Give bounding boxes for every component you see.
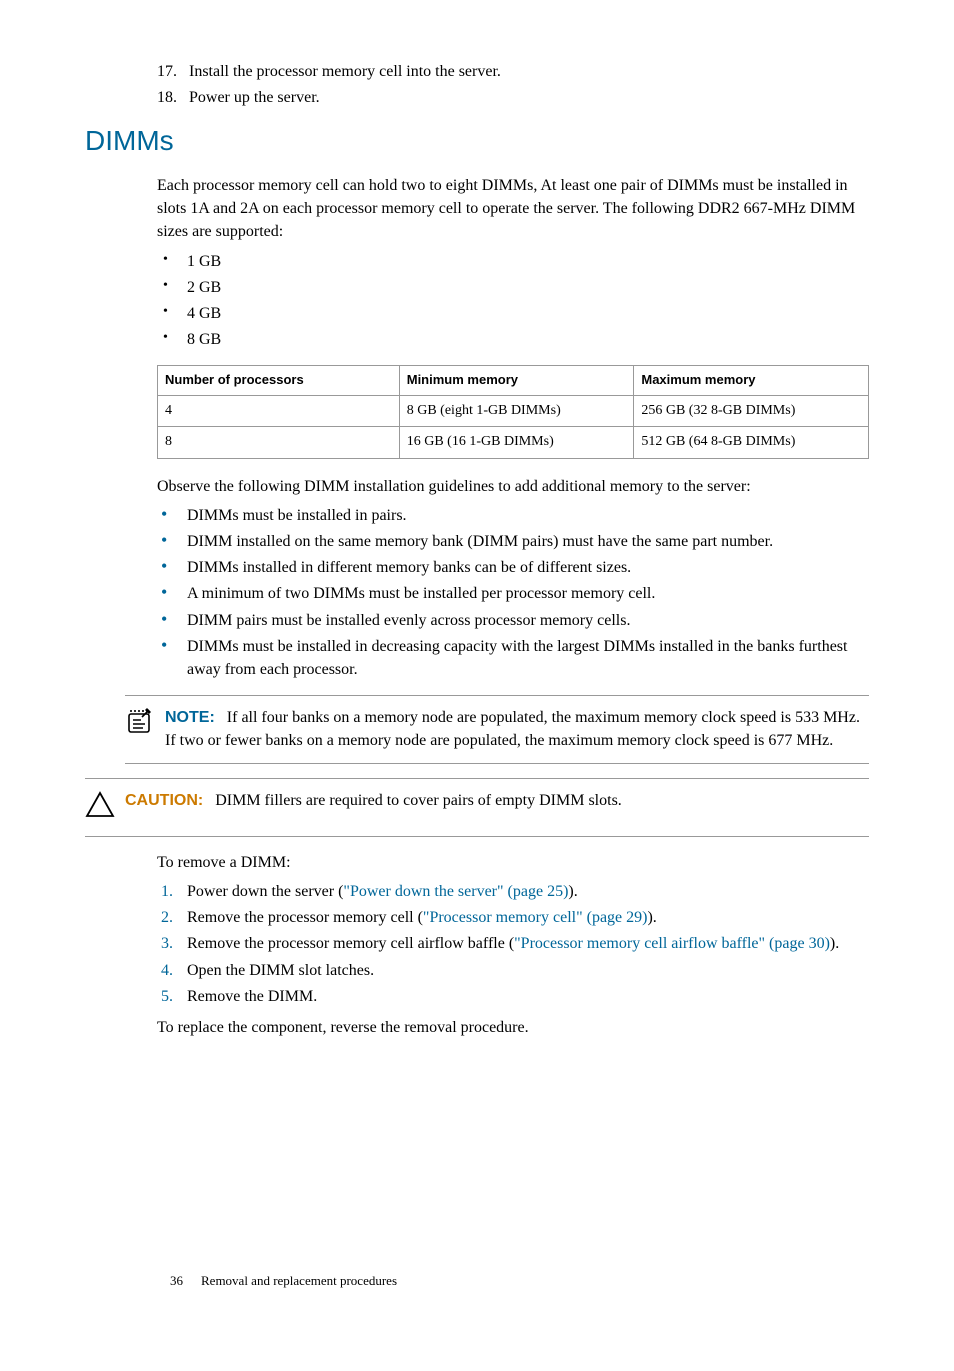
list-item: 1. Power down the server ("Power down th… bbox=[157, 880, 869, 903]
guidelines-intro: Observe the following DIMM installation … bbox=[157, 475, 869, 498]
table-cell: 256 GB (32 8-GB DIMMs) bbox=[634, 396, 869, 427]
table-header: Maximum memory bbox=[634, 366, 869, 396]
cross-reference-link[interactable]: "Power down the server" (page 25) bbox=[343, 883, 568, 900]
intro-steps-block: 17. Install the processor memory cell in… bbox=[157, 60, 869, 109]
step-text: Remove the processor memory cell ("Proce… bbox=[187, 906, 657, 929]
table-cell: 512 GB (64 8-GB DIMMs) bbox=[634, 427, 869, 458]
cross-reference-link[interactable]: "Processor memory cell airflow baffle" (… bbox=[514, 935, 830, 952]
intro-block: Each processor memory cell can hold two … bbox=[157, 174, 869, 681]
bullet-text: 4 GB bbox=[187, 302, 221, 325]
list-item: 3. Remove the processor memory cell airf… bbox=[157, 932, 869, 955]
note-text: If all four banks on a memory node are p… bbox=[165, 709, 860, 749]
step-number: 5. bbox=[157, 985, 187, 1008]
page-footer: 36 Removal and replacement procedures bbox=[170, 1272, 397, 1291]
table-cell: 4 bbox=[158, 396, 400, 427]
intro-numbered-list: 17. Install the processor memory cell in… bbox=[157, 60, 869, 109]
memory-table: Number of processors Minimum memory Maxi… bbox=[157, 365, 869, 458]
intro-paragraph: Each processor memory cell can hold two … bbox=[157, 174, 869, 244]
bullet-text: DIMMs installed in different memory bank… bbox=[187, 556, 631, 579]
step-number: 4. bbox=[157, 959, 187, 982]
footer-section: Removal and replacement procedures bbox=[201, 1273, 397, 1288]
table-header-row: Number of processors Minimum memory Maxi… bbox=[158, 366, 869, 396]
step-text: Power up the server. bbox=[189, 86, 320, 109]
step-text: Remove the processor memory cell airflow… bbox=[187, 932, 839, 955]
step-text: Power down the server ("Power down the s… bbox=[187, 880, 578, 903]
table-row: 4 8 GB (eight 1-GB DIMMs) 256 GB (32 8-G… bbox=[158, 396, 869, 427]
list-item: •A minimum of two DIMMs must be installe… bbox=[157, 582, 869, 605]
step-number: 17. bbox=[157, 60, 189, 83]
bullet-icon: • bbox=[157, 302, 187, 325]
remove-block: To remove a DIMM: 1. Power down the serv… bbox=[157, 851, 869, 1039]
step-text: Install the processor memory cell into t… bbox=[189, 60, 501, 83]
table-cell: 16 GB (16 1-GB DIMMs) bbox=[399, 427, 634, 458]
bullet-icon: • bbox=[157, 556, 187, 579]
section-heading: DIMMs bbox=[85, 121, 869, 162]
step-number: 3. bbox=[157, 932, 187, 955]
list-item: •1 GB bbox=[157, 250, 869, 273]
size-bullet-list: •1 GB •2 GB •4 GB •8 GB bbox=[157, 250, 869, 352]
list-item: •4 GB bbox=[157, 302, 869, 325]
table-header: Number of processors bbox=[158, 366, 400, 396]
bullet-icon: • bbox=[157, 635, 187, 681]
remove-numbered-list: 1. Power down the server ("Power down th… bbox=[157, 880, 869, 1008]
step-text: Remove the DIMM. bbox=[187, 985, 317, 1008]
caution-icon bbox=[85, 789, 125, 826]
remove-intro: To remove a DIMM: bbox=[157, 851, 869, 874]
bullet-icon: • bbox=[157, 276, 187, 299]
bullet-text: DIMM pairs must be installed evenly acro… bbox=[187, 609, 630, 632]
bullet-text: DIMMs must be installed in decreasing ca… bbox=[187, 635, 869, 681]
caution-content: CAUTION: DIMM fillers are required to cov… bbox=[125, 789, 869, 826]
caution-label: CAUTION: bbox=[125, 792, 203, 809]
table-row: 8 16 GB (16 1-GB DIMMs) 512 GB (64 8-GB … bbox=[158, 427, 869, 458]
bullet-text: 1 GB bbox=[187, 250, 221, 273]
step-number: 18. bbox=[157, 86, 189, 109]
replace-text: To replace the component, reverse the re… bbox=[157, 1016, 869, 1039]
bullet-text: 8 GB bbox=[187, 328, 221, 351]
bullet-icon: • bbox=[157, 328, 187, 351]
step-text: Open the DIMM slot latches. bbox=[187, 959, 374, 982]
list-item: 17. Install the processor memory cell in… bbox=[157, 60, 869, 83]
list-item: •DIMMs installed in different memory ban… bbox=[157, 556, 869, 579]
bullet-icon: • bbox=[157, 250, 187, 273]
page-number: 36 bbox=[170, 1273, 183, 1288]
list-item: 2. Remove the processor memory cell ("Pr… bbox=[157, 906, 869, 929]
list-item: 18. Power up the server. bbox=[157, 86, 869, 109]
bullet-text: DIMM installed on the same memory bank (… bbox=[187, 530, 773, 553]
bullet-text: 2 GB bbox=[187, 276, 221, 299]
list-item: 4. Open the DIMM slot latches. bbox=[157, 959, 869, 982]
note-label: NOTE: bbox=[165, 709, 215, 726]
cross-reference-link[interactable]: "Processor memory cell" (page 29) bbox=[423, 909, 648, 926]
bullet-text: DIMMs must be installed in pairs. bbox=[187, 504, 407, 527]
table-cell: 8 GB (eight 1-GB DIMMs) bbox=[399, 396, 634, 427]
bullet-icon: • bbox=[157, 530, 187, 553]
step-number: 1. bbox=[157, 880, 187, 903]
caution-callout: CAUTION: DIMM fillers are required to cov… bbox=[85, 778, 869, 837]
step-number: 2. bbox=[157, 906, 187, 929]
bullet-icon: • bbox=[157, 609, 187, 632]
guideline-bullet-list: •DIMMs must be installed in pairs. •DIMM… bbox=[157, 504, 869, 681]
bullet-text: A minimum of two DIMMs must be installed… bbox=[187, 582, 655, 605]
bullet-icon: • bbox=[157, 504, 187, 527]
note-content: NOTE:If all four banks on a memory node … bbox=[165, 706, 869, 752]
caution-text: DIMM fillers are required to cover pairs… bbox=[215, 792, 622, 809]
list-item: •DIMMs must be installed in decreasing c… bbox=[157, 635, 869, 681]
note-icon bbox=[125, 706, 165, 752]
list-item: 5. Remove the DIMM. bbox=[157, 985, 869, 1008]
note-callout: NOTE:If all four banks on a memory node … bbox=[125, 695, 869, 763]
list-item: •2 GB bbox=[157, 276, 869, 299]
table-header: Minimum memory bbox=[399, 366, 634, 396]
bullet-icon: • bbox=[157, 582, 187, 605]
table-cell: 8 bbox=[158, 427, 400, 458]
list-item: •8 GB bbox=[157, 328, 869, 351]
list-item: •DIMMs must be installed in pairs. bbox=[157, 504, 869, 527]
list-item: •DIMM pairs must be installed evenly acr… bbox=[157, 609, 869, 632]
list-item: •DIMM installed on the same memory bank … bbox=[157, 530, 869, 553]
